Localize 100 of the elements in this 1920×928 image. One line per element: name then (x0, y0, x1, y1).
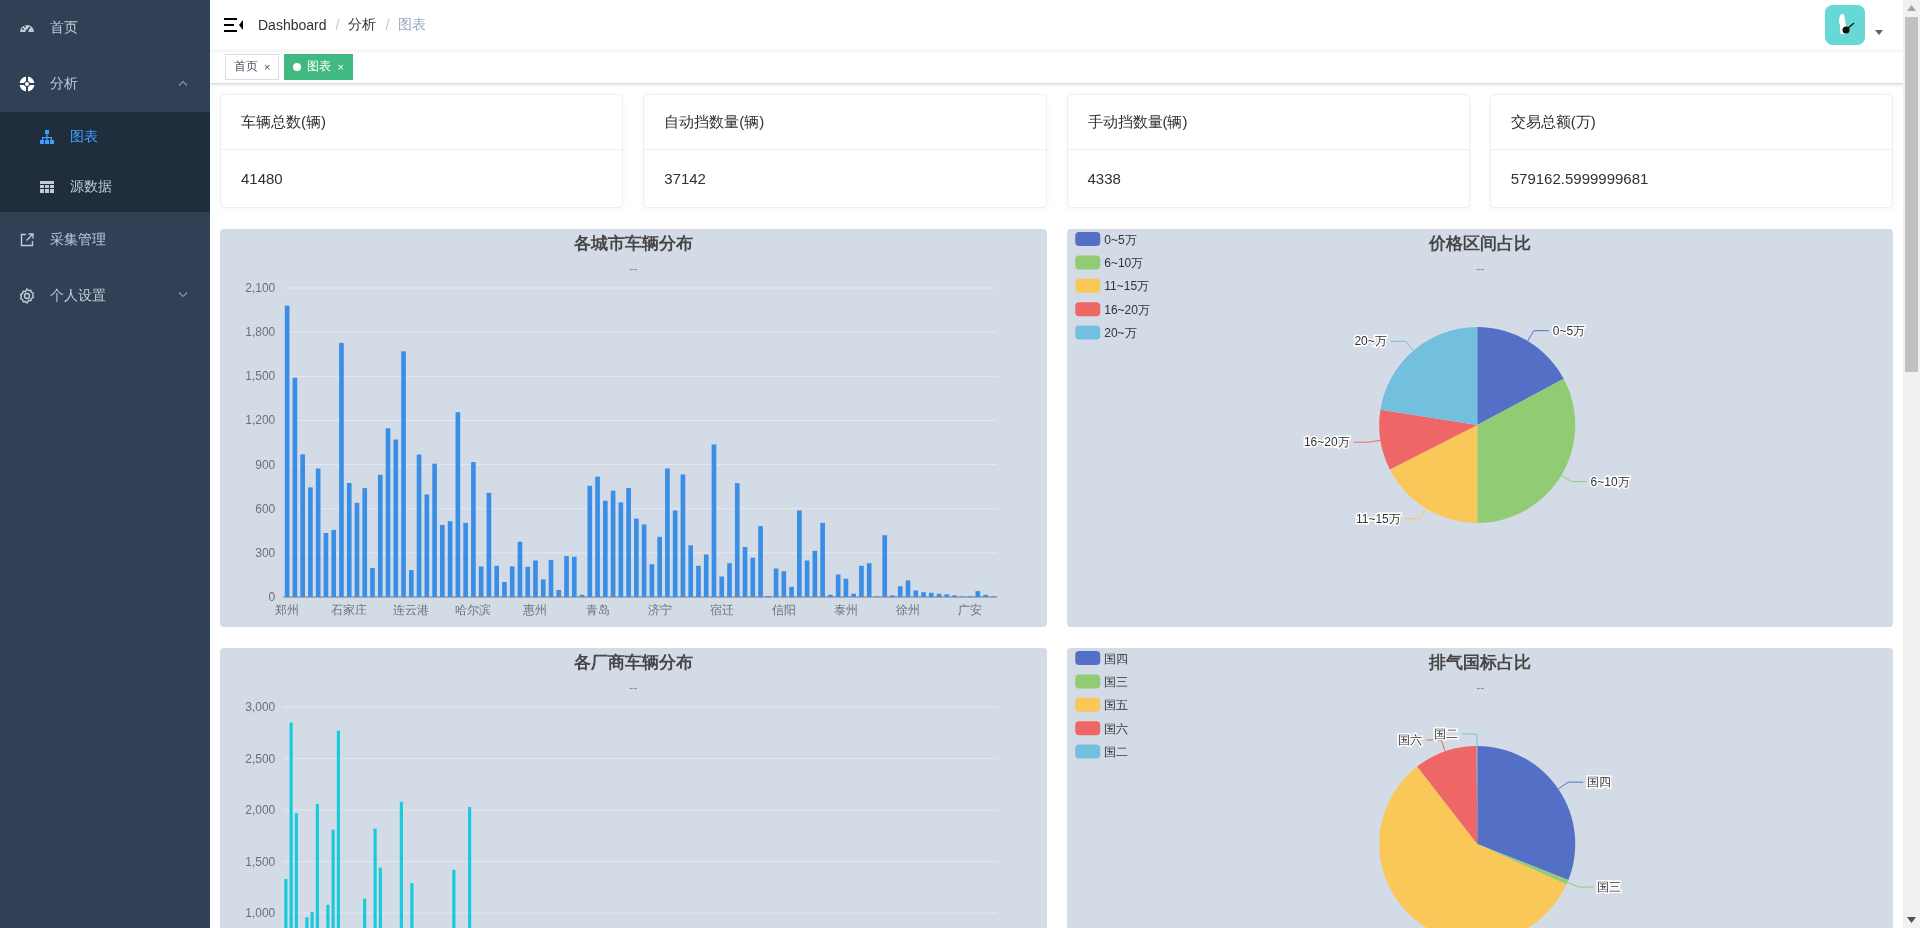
axis-label: 泰州 (833, 603, 858, 617)
bar (944, 594, 950, 597)
leader-line (1403, 508, 1427, 520)
legend-swatch[interactable] (1074, 697, 1100, 712)
bar (688, 545, 693, 597)
bar (789, 586, 794, 597)
settings-icon (19, 288, 35, 304)
caret-icon[interactable] (1875, 30, 1883, 35)
legend-swatch[interactable] (1074, 255, 1100, 270)
avatar-drawing[interactable] (1825, 5, 1865, 45)
stat-value: 41480 (241, 170, 283, 187)
legend-swatch[interactable] (1074, 278, 1100, 293)
chart-title: 价格区间占比 (1428, 234, 1531, 253)
bar (828, 594, 833, 597)
submenu-item[interactable]: 源数据 (0, 162, 210, 212)
sidebar-item[interactable]: 采集管理 (0, 212, 210, 268)
chart-subtitle: -- (1475, 262, 1484, 276)
legend-swatch[interactable] (1074, 232, 1100, 246)
bar (410, 883, 414, 928)
legend-label[interactable]: 国五 (1103, 698, 1128, 713)
bar (882, 535, 888, 597)
legend-label[interactable]: 国三 (1103, 674, 1128, 689)
bar (750, 557, 756, 597)
hierarchy-icon (39, 129, 55, 145)
sidebar-item[interactable]: 分析 (0, 56, 210, 112)
bar (509, 566, 515, 597)
bar (657, 536, 662, 597)
bar (859, 565, 864, 597)
stat-value: 579162.5999999681 (1510, 170, 1649, 187)
bar (804, 560, 810, 597)
breadcrumb-item[interactable]: 分析 (348, 16, 377, 34)
bar (540, 579, 546, 597)
bar (975, 591, 981, 597)
axis-label: 1,000 (245, 906, 276, 920)
stat-value: 4338 (1087, 170, 1121, 187)
legend-label[interactable]: 11~15万 (1103, 279, 1149, 294)
axis-label: 郑州 (275, 603, 300, 617)
axis-label: 900 (255, 457, 276, 472)
chart-subtitle: -- (1475, 681, 1484, 695)
sidebar-item[interactable]: 首页 (0, 0, 210, 56)
legend-label[interactable]: 国二 (1103, 745, 1128, 760)
slice-label: 国四 (1586, 775, 1611, 790)
legend-swatch[interactable] (1074, 651, 1100, 665)
tab[interactable]: 首页 × (225, 53, 280, 80)
slice-label: 6~10万 (1590, 474, 1630, 489)
axis-label: 宿迁 (709, 603, 734, 617)
axis-label: 600 (255, 501, 276, 516)
scrollbar[interactable] (1903, 0, 1920, 928)
chart-title: 各城市车辆分布 (573, 234, 693, 253)
legend-label[interactable]: 国六 (1103, 721, 1128, 736)
legend-label[interactable]: 6~10万 (1103, 255, 1143, 270)
scrollbar-thumb[interactable] (1905, 17, 1918, 372)
menu-icon[interactable] (224, 17, 244, 33)
leader-line (1389, 340, 1414, 351)
axis-label: 青岛 (585, 603, 610, 617)
chart-subtitle: -- (629, 681, 638, 695)
leader-line (1425, 739, 1446, 752)
legend-label[interactable]: 国四 (1103, 651, 1128, 666)
circle-icon (19, 76, 35, 92)
bar (758, 526, 763, 597)
bar (983, 594, 988, 597)
axis-label: 3,000 (245, 700, 276, 714)
bar (812, 550, 818, 597)
bar (897, 586, 903, 597)
breadcrumb-separator: / (385, 17, 390, 33)
axis-label: 连云港 (393, 603, 430, 617)
bar (502, 582, 507, 597)
bar (742, 546, 748, 597)
legend-swatch[interactable] (1074, 744, 1100, 759)
stat-label: 车辆总数(辆) (241, 112, 326, 132)
legend-swatch[interactable] (1074, 721, 1100, 736)
scroll-up-icon[interactable] (1907, 5, 1916, 11)
axis-label: 1,500 (245, 854, 276, 869)
bar (696, 565, 701, 597)
legend-swatch[interactable] (1074, 302, 1100, 317)
bar (331, 529, 336, 597)
bar (525, 566, 531, 597)
external-link-icon (19, 232, 35, 248)
breadcrumb-item[interactable]: Dashboard (258, 17, 327, 33)
legend-label[interactable]: 20~万 (1103, 326, 1137, 341)
legend-label[interactable]: 0~5万 (1103, 232, 1137, 247)
bar (727, 563, 732, 597)
breadcrumb-item: 图表 (398, 16, 427, 34)
stat-label: 手动挡数量(辆) (1087, 112, 1188, 132)
bar (835, 574, 841, 597)
bar (773, 568, 779, 597)
bar (571, 556, 577, 597)
submenu-item[interactable]: 图表 (0, 112, 210, 162)
legend-swatch[interactable] (1074, 674, 1100, 689)
legend-swatch[interactable] (1074, 325, 1100, 340)
sidebar-item[interactable]: 个人设置 (0, 268, 210, 324)
axis-label: 信阳 (771, 603, 796, 617)
slice-label: 国三 (1597, 880, 1621, 895)
scroll-down-icon[interactable] (1907, 917, 1916, 923)
leader-line (1560, 474, 1587, 483)
axis-label: 300 (255, 545, 276, 560)
legend-label[interactable]: 16~20万 (1103, 302, 1150, 317)
bar (409, 570, 414, 597)
axis-label: 1,500 (245, 369, 276, 384)
bar (851, 593, 856, 597)
